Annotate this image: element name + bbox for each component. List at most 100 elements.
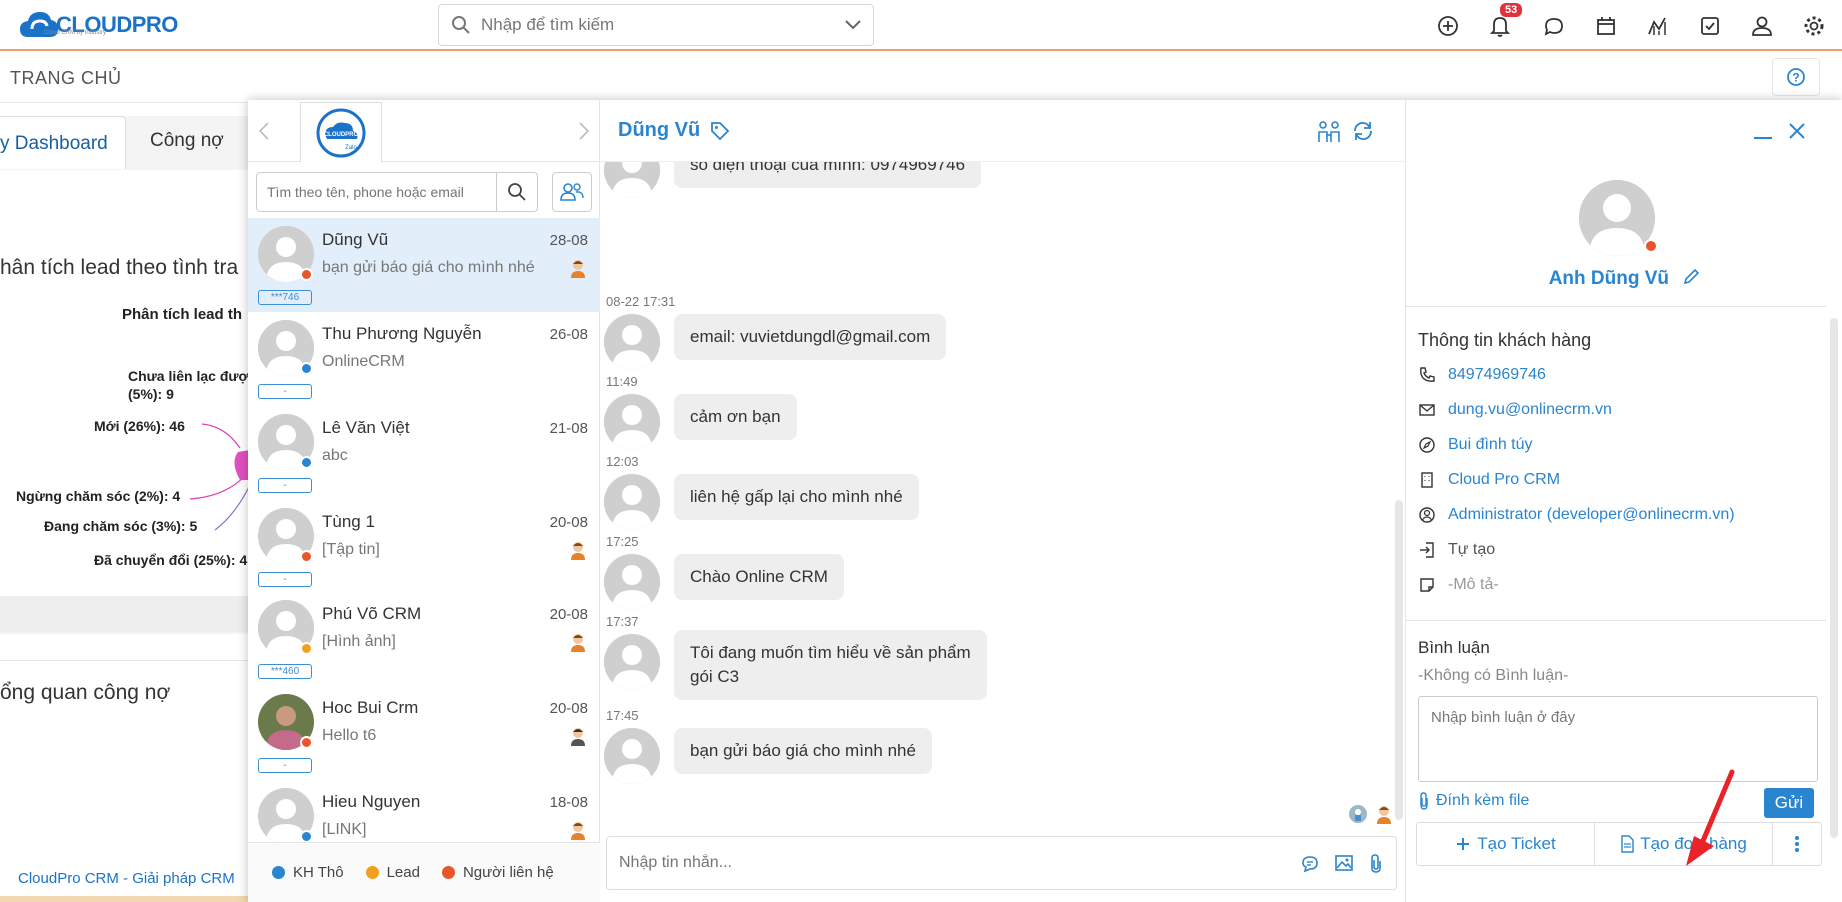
search-icon: [452, 16, 470, 34]
message-bubble[interactable]: số điện thoại của mình: 0974969746: [674, 162, 982, 188]
gear-icon[interactable]: [1802, 14, 1826, 38]
task-icon[interactable]: [1698, 14, 1722, 38]
chat-icon[interactable]: [1542, 14, 1566, 38]
comment-input[interactable]: Nhập bình luận ở đây: [1418, 696, 1818, 782]
tag-icon[interactable]: [710, 121, 730, 141]
tab-zalo[interactable]: CLOUDPRO Zalo: [300, 102, 382, 162]
message-text: cảm ơn bạn: [690, 407, 781, 426]
tab-cong-no[interactable]: Công nợ: [150, 130, 224, 152]
close-icon[interactable]: [1788, 122, 1806, 140]
conversation-item[interactable]: Lê Văn Việt 21-08 abc -: [248, 406, 600, 500]
card-title: hân tích lead theo tình tra: [0, 256, 239, 279]
last-message-preview: [LINK]: [322, 821, 367, 838]
edit-icon[interactable]: [1682, 268, 1700, 286]
conversation-date: 18-08: [549, 794, 588, 811]
bell-icon[interactable]: [1488, 14, 1512, 38]
card-footer: [0, 596, 260, 632]
conversation-date: 20-08: [549, 700, 588, 717]
phone-tag: -: [258, 384, 312, 399]
conversation-item[interactable]: Tùng 1 20-08 [Tập tin] -: [248, 500, 600, 594]
create-order-button[interactable]: Tạo đơn hàng: [1595, 823, 1773, 865]
phone-tag: ***746: [258, 290, 312, 305]
refresh-icon[interactable]: [1352, 120, 1374, 142]
contact-search-input[interactable]: [257, 173, 497, 211]
message-text: gói C3: [690, 667, 740, 686]
assign-staff-icon[interactable]: [1316, 120, 1342, 144]
help-button[interactable]: ?: [1772, 58, 1820, 96]
chevron-right-icon[interactable]: [578, 122, 590, 140]
zalo-logo-icon: CLOUDPRO Zalo: [316, 108, 366, 157]
calendar-icon[interactable]: [1594, 14, 1618, 38]
global-search[interactable]: Nhập để tìm kiếm: [438, 4, 874, 46]
analytics-icon[interactable]: [1646, 14, 1670, 38]
default-avatar-icon: [604, 474, 660, 530]
comment-title: Bình luận: [1418, 638, 1490, 657]
conversation-item[interactable]: Phú Võ CRM 20-08 [Hình ảnh] ***460: [248, 592, 600, 686]
conversation-date: 26-08: [549, 326, 588, 343]
message-bubble[interactable]: bạn gửi báo giá cho mình nhé: [674, 728, 932, 774]
contact-search: [256, 172, 538, 212]
default-avatar-icon: [604, 314, 660, 370]
attachment-icon[interactable]: [1368, 853, 1384, 873]
login-icon: [1420, 542, 1434, 558]
default-avatar-icon: [604, 728, 660, 784]
svg-text:CLOUDPRO: CLOUDPRO: [324, 132, 359, 138]
phone-tag: -: [258, 758, 312, 773]
message-bubble[interactable]: Chào Online CRM: [674, 554, 844, 600]
attach-file-link[interactable]: Đính kèm file: [1418, 792, 1529, 810]
conversation-list-panel: CLOUDPRO Zalo Dũng Vũ 28-08 bạn gửi báo giá…: [248, 100, 600, 902]
address-row: Bui đình túy: [1418, 436, 1533, 454]
message-timestamp: 12:03: [606, 454, 639, 469]
add-icon[interactable]: [1436, 14, 1460, 38]
image-icon[interactable]: [1334, 853, 1354, 873]
message-bubble[interactable]: liên hệ gấp lại cho mình nhé: [674, 474, 919, 520]
chat-header: Dũng Vũ: [600, 100, 1405, 162]
message-bubble[interactable]: email: vuvietdungdl@gmail.com: [674, 314, 947, 360]
tab-dashboard[interactable]: y Dashboard: [0, 116, 126, 169]
customer-email[interactable]: dung.vu@onlinecrm.vn: [1448, 401, 1612, 419]
user-icon[interactable]: [1750, 14, 1774, 38]
conversation-item[interactable]: Dũng Vũ 28-08 bạn gửi báo giá cho mình nhé…: [248, 218, 600, 312]
footer-link[interactable]: CloudPro CRM - Giải pháp CRM: [18, 870, 235, 887]
chat-modal: CLOUDPRO Zalo Dũng Vũ 28-08 bạn gửi báo giá…: [248, 100, 1842, 902]
message-text: liên hệ gấp lại cho mình nhé: [690, 487, 903, 506]
chevron-left-icon[interactable]: [258, 122, 270, 140]
message-bubble[interactable]: Tôi đang muốn tìm hiểu về sản phẩm gói C3: [674, 630, 987, 700]
customer-company[interactable]: Cloud Pro CRM: [1448, 471, 1560, 489]
action-bar: Tạo Ticket Tạo đơn hàng: [1416, 822, 1822, 866]
create-ticket-button[interactable]: Tạo Ticket: [1417, 823, 1595, 865]
message-text: bạn gửi báo giá cho mình nhé: [690, 741, 916, 760]
info-scrollbar[interactable]: [1830, 318, 1838, 838]
message-text: email: vuvietdungdl@gmail.com: [690, 327, 931, 346]
customer-description[interactable]: -Mô tả-: [1448, 576, 1499, 594]
chevron-down-icon[interactable]: [845, 20, 861, 30]
customer-owner[interactable]: Administrator (developer@onlinecrm.vn): [1448, 506, 1735, 524]
customer-info-panel: Anh Dũng Vũ Thông tin khách hàng 8497496…: [1405, 100, 1842, 902]
create-ticket-label: Tạo Ticket: [1477, 834, 1556, 853]
message-text: Tôi đang muốn tìm hiểu về sản phẩm: [690, 643, 971, 662]
customer-info-title: Thông tin khách hàng: [1418, 330, 1592, 350]
pie-label: Ngừng chăm sóc (2%): 4: [16, 488, 181, 504]
chat-panel: Dũng Vũ số điện thoại của mình: 09749697…: [600, 100, 1405, 902]
quick-reply-icon[interactable]: [1300, 853, 1320, 873]
conversation-item[interactable]: Hoc Bui Crm 20-08 Hello t6-: [248, 686, 600, 780]
message-timestamp: 08-22 17:31: [606, 294, 676, 309]
customer-phone[interactable]: 84974969746: [1448, 366, 1546, 384]
message-input[interactable]: [619, 854, 1286, 872]
contact-search-button[interactable]: [497, 182, 537, 202]
chat-scrollbar[interactable]: [1395, 500, 1403, 820]
last-message-preview: [Hình ảnh]: [322, 633, 396, 650]
staff-avatar-icon: [571, 542, 585, 560]
last-message-preview: abc: [322, 447, 348, 464]
minimize-icon[interactable]: [1752, 122, 1774, 142]
send-comment-button[interactable]: Gửi: [1764, 788, 1814, 818]
chat-contact-name[interactable]: Dũng Vũ: [618, 119, 700, 142]
customer-address[interactable]: Bui đình túy: [1448, 436, 1533, 454]
group-contacts-button[interactable]: [552, 172, 592, 212]
cloudpro-logo[interactable]: CLOUDPRO: [18, 6, 178, 44]
legend-dot: [365, 866, 379, 879]
conversation-item[interactable]: Thu Phương Nguyễn 26-08 OnlineCRM -: [248, 312, 600, 406]
message-bubble[interactable]: cảm ơn bạn: [674, 394, 797, 440]
more-actions-button[interactable]: [1773, 823, 1821, 865]
last-message-preview: bạn gửi báo giá cho mình nhé: [322, 259, 535, 276]
